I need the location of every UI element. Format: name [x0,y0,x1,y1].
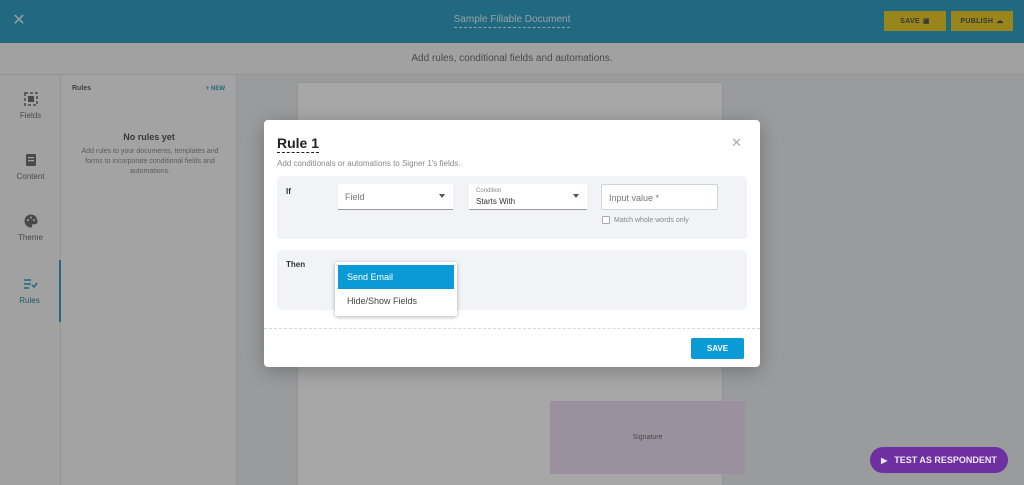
dropdown-option-hide-show-fields[interactable]: Hide/Show Fields [338,289,454,313]
rule-modal: Rule 1 ✕ Add conditionals or automations… [264,120,760,367]
field-select[interactable]: Field [338,184,453,210]
dropdown-option-send-email[interactable]: Send Email [338,265,454,289]
condition-select-label: Condition [476,188,502,194]
input-value-placeholder: Input value * [609,193,660,203]
field-select-value: Field [345,192,365,202]
input-value-field[interactable]: Input value * [601,184,718,210]
test-as-respondent-label: TEST AS RESPONDENT [894,455,997,465]
modal-title[interactable]: Rule 1 [277,135,320,153]
play-icon: ▶ [881,455,888,465]
if-label: If [286,187,291,196]
match-whole-words-label: Match whole words only [614,216,689,224]
chevron-down-icon [573,194,579,198]
condition-select[interactable]: Condition Starts With [469,184,587,210]
chevron-down-icon [439,194,445,198]
modal-subtitle: Add conditionals or automations to Signe… [277,159,461,168]
match-whole-words-checkbox[interactable]: Match whole words only [602,216,689,224]
if-block: If Field Condition Starts With Input val… [277,176,747,239]
close-icon[interactable]: ✕ [731,135,742,151]
condition-select-value: Starts With [476,197,516,206]
modal-divider [264,328,760,329]
action-dropdown-menu: Send Email Hide/Show Fields [335,262,457,316]
test-as-respondent-button[interactable]: ▶ TEST AS RESPONDENT [870,447,1008,473]
then-label: Then [286,260,306,269]
checkbox-icon[interactable] [602,216,610,224]
modal-save-button[interactable]: SAVE [691,338,744,359]
